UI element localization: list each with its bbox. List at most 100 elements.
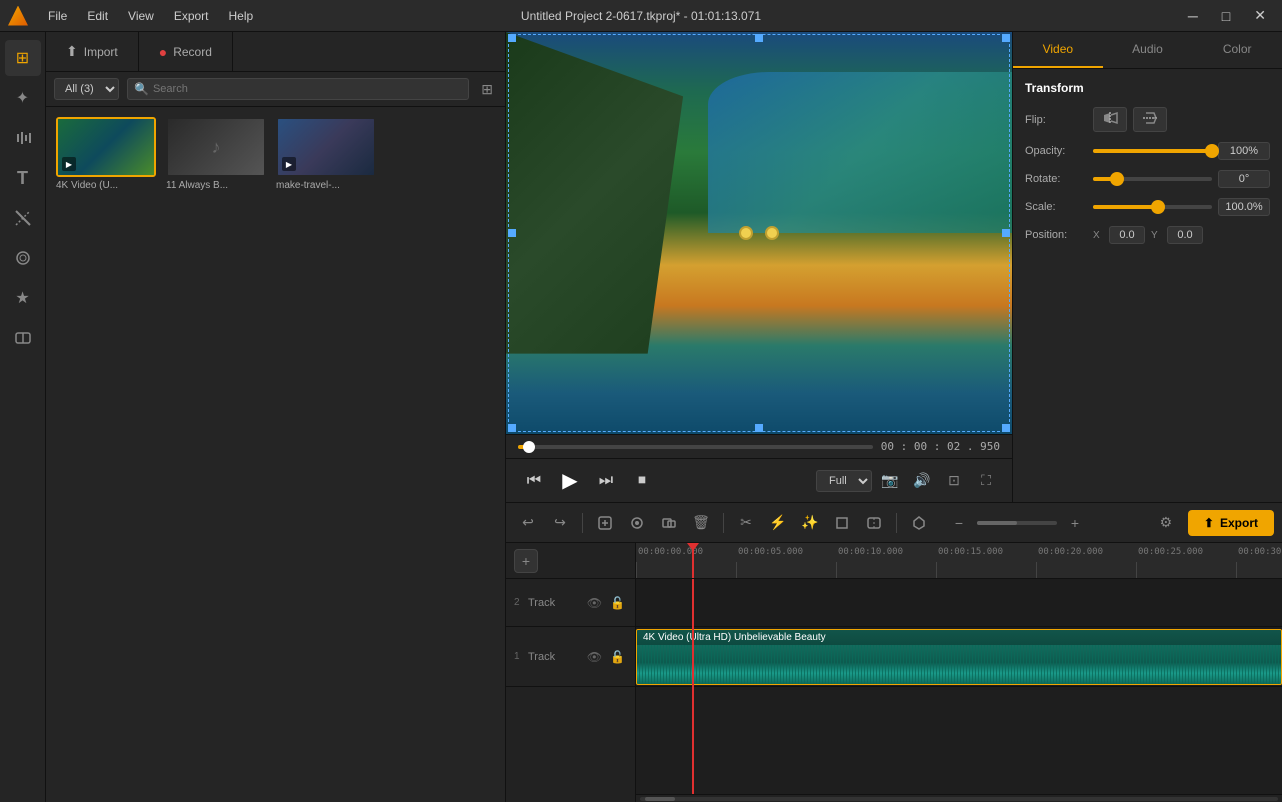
track-content-2 — [636, 579, 1282, 627]
magic-button[interactable]: ✨ — [796, 509, 824, 537]
sidebar-icon-transitions[interactable] — [5, 200, 41, 236]
media-thumb-3: ▶ — [276, 117, 376, 177]
track-name-1: Track — [528, 651, 581, 663]
ruler-mark-1: 00:00:05.000 — [736, 543, 836, 578]
zoom-in-button[interactable]: + — [1061, 509, 1089, 537]
position-x-group: X 0.0 — [1093, 226, 1145, 244]
scrollbar-track[interactable] — [640, 797, 1278, 801]
track-lock-1[interactable]: 🔓 — [608, 648, 627, 666]
maximize-button[interactable]: □ — [1214, 5, 1238, 26]
track-lock-2[interactable]: 🔓 — [608, 594, 627, 612]
filter-select[interactable]: All (3) Video Audio Image — [54, 78, 119, 100]
media-item-1[interactable]: ▶ 4K Video (U... — [56, 117, 156, 191]
sidebar-icon-media[interactable]: ⊞ — [5, 40, 41, 76]
media-item-2[interactable]: ♪ 11 Always B... — [166, 117, 266, 191]
opacity-slider[interactable] — [1093, 149, 1212, 153]
zoom-slider[interactable] — [977, 521, 1057, 525]
sidebar-icon-audio[interactable] — [5, 120, 41, 156]
menu-help[interactable]: Help — [225, 7, 258, 25]
timeline-settings-button[interactable]: ⚙ — [1152, 509, 1180, 537]
tab-video[interactable]: Video — [1013, 32, 1103, 68]
sidebar-icon-split[interactable] — [5, 320, 41, 356]
skip-back-button[interactable]: ⏮ — [518, 465, 550, 497]
video-clip-1[interactable]: 4K Video (Ultra HD) Unbelievable Beauty — [636, 629, 1282, 685]
record-button[interactable]: ● Record — [139, 32, 233, 71]
sidebar-icon-text[interactable]: T — [5, 160, 41, 196]
add-media-button[interactable] — [591, 509, 619, 537]
sidebar: ⊞ ✦ T ★ — [0, 32, 46, 802]
scale-slider[interactable] — [1093, 205, 1212, 209]
zoom-fill — [977, 521, 1017, 525]
record-label: Record — [173, 45, 212, 59]
search-input[interactable] — [153, 83, 462, 95]
add-track-button[interactable]: + — [514, 549, 538, 573]
menu-export[interactable]: Export — [170, 7, 213, 25]
position-y-value[interactable]: 0.0 — [1167, 226, 1203, 244]
flip-vertical-button[interactable] — [1133, 107, 1167, 132]
split-audio-button[interactable] — [860, 509, 888, 537]
zoom-out-button[interactable]: − — [945, 509, 973, 537]
flip-horizontal-button[interactable] — [1093, 107, 1127, 132]
quality-select[interactable]: Full 1/2 1/4 — [816, 470, 872, 492]
flip-controls — [1093, 107, 1270, 132]
minimize-button[interactable]: ─ — [1180, 5, 1206, 26]
scrollbar — [636, 794, 1282, 802]
rotate-handle[interactable] — [1110, 172, 1124, 186]
crop-button[interactable]: ⊡ — [940, 467, 968, 495]
grid-view-button[interactable]: ⊞ — [477, 79, 497, 100]
position-x-value[interactable]: 0.0 — [1109, 226, 1145, 244]
detach-audio-button[interactable] — [655, 509, 683, 537]
record-timeline-button[interactable] — [623, 509, 651, 537]
app-logo-icon — [8, 6, 28, 26]
import-button[interactable]: ⬆ Import — [46, 32, 139, 71]
menu-bar: File Edit View Export Help — [44, 7, 257, 25]
menu-view[interactable]: View — [124, 7, 158, 25]
clip-waveform — [637, 645, 1281, 684]
ruler-mark-3: 00:00:15.000 — [936, 543, 1036, 578]
track-visibility-2[interactable]: 👁 — [585, 594, 604, 612]
lightning-button[interactable]: ⚡ — [764, 509, 792, 537]
tab-color[interactable]: Color — [1192, 32, 1282, 68]
window-title: Untitled Project 2-0617.tkproj* - 01:01:… — [521, 9, 761, 23]
marker-button[interactable] — [905, 509, 933, 537]
seekbar-track[interactable] — [518, 445, 873, 449]
preview-buttons: ⏮ ▶ ⏭ ⏹ Full 1/2 1/4 📷 🔊 — [506, 458, 1012, 502]
undo-button[interactable]: ↩ — [514, 509, 542, 537]
close-button[interactable]: ✕ — [1246, 5, 1274, 26]
scale-handle[interactable] — [1151, 200, 1165, 214]
opacity-handle[interactable] — [1205, 144, 1219, 158]
toolbar-separator-2 — [723, 513, 724, 533]
ruler-mark-4: 00:00:20.000 — [1036, 543, 1136, 578]
title-bar: File Edit View Export Help Untitled Proj… — [0, 0, 1282, 32]
seekbar-handle[interactable] — [523, 441, 535, 453]
fullscreen-button[interactable]: ⛶ — [972, 467, 1000, 495]
rotate-slider[interactable] — [1093, 177, 1212, 181]
media-item-3[interactable]: ▶ make-travel-... — [276, 117, 376, 191]
play-pause-button[interactable]: ▶ — [554, 465, 586, 497]
preview-bg — [506, 32, 1012, 434]
export-button[interactable]: ⬆ Export — [1188, 510, 1274, 536]
delete-button[interactable]: 🗑 — [687, 509, 715, 537]
tab-audio[interactable]: Audio — [1103, 32, 1193, 68]
crop-timeline-button[interactable] — [828, 509, 856, 537]
volume-button[interactable]: 🔊 — [908, 467, 936, 495]
seekbar: 00 : 00 : 02 . 950 — [506, 434, 1012, 458]
scale-label: Scale: — [1025, 201, 1085, 213]
track-visibility-1[interactable]: 👁 — [585, 648, 604, 666]
redo-button[interactable]: ↪ — [546, 509, 574, 537]
sidebar-icon-effects[interactable]: ✦ — [5, 80, 41, 116]
snapshot-button[interactable]: 📷 — [876, 467, 904, 495]
media-toolbar: All (3) Video Audio Image 🔍 ⊞ — [46, 72, 505, 107]
sidebar-icon-filters[interactable] — [5, 240, 41, 276]
skip-forward-button[interactable]: ⏭ — [590, 465, 622, 497]
export-icon: ⬆ — [1204, 516, 1214, 530]
cut-button[interactable]: ✂ — [732, 509, 760, 537]
main-area: ⊞ ✦ T ★ — [0, 32, 1282, 802]
menu-file[interactable]: File — [44, 7, 71, 25]
sidebar-icon-stickers[interactable]: ★ — [5, 280, 41, 316]
tracks-content: 4K Video (Ultra HD) Unbelievable Beauty — [636, 579, 1282, 794]
stop-button[interactable]: ⏹ — [626, 465, 658, 497]
menu-edit[interactable]: Edit — [83, 7, 112, 25]
scrollbar-thumb[interactable] — [645, 797, 675, 801]
title-bar-left: File Edit View Export Help — [8, 6, 257, 26]
